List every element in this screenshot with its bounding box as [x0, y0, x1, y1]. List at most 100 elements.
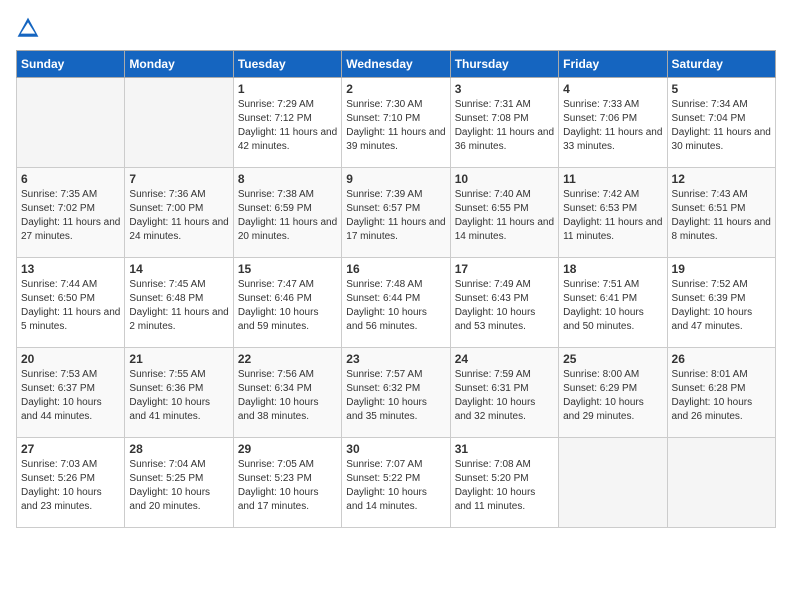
day-info: Sunrise: 7:08 AM Sunset: 5:20 PM Dayligh…	[455, 458, 554, 514]
day-number: 26	[672, 352, 771, 366]
calendar-cell: 22 Sunrise: 7:56 AM Sunset: 6:34 PM Dayli…	[233, 348, 341, 438]
calendar-cell: 17 Sunrise: 7:49 AM Sunset: 6:43 PM Dayli…	[450, 258, 558, 348]
day-info: Sunrise: 8:01 AM Sunset: 6:28 PM Dayligh…	[672, 368, 771, 424]
day-info: Sunrise: 7:03 AM Sunset: 5:26 PM Dayligh…	[21, 458, 120, 514]
calendar-week-1: 1 Sunrise: 7:29 AM Sunset: 7:12 PM Daylig…	[17, 78, 776, 168]
calendar-cell: 1 Sunrise: 7:29 AM Sunset: 7:12 PM Daylig…	[233, 78, 341, 168]
day-info: Sunrise: 7:38 AM Sunset: 6:59 PM Dayligh…	[238, 188, 337, 244]
day-info: Sunrise: 7:56 AM Sunset: 6:34 PM Dayligh…	[238, 368, 337, 424]
day-number: 10	[455, 172, 554, 186]
calendar-cell: 5 Sunrise: 7:34 AM Sunset: 7:04 PM Daylig…	[667, 78, 775, 168]
day-number: 22	[238, 352, 337, 366]
day-number: 31	[455, 442, 554, 456]
day-info: Sunrise: 7:49 AM Sunset: 6:43 PM Dayligh…	[455, 278, 554, 334]
day-number: 16	[346, 262, 445, 276]
calendar-cell: 27 Sunrise: 7:03 AM Sunset: 5:26 PM Dayli…	[17, 438, 125, 528]
day-info: Sunrise: 7:36 AM Sunset: 7:00 PM Dayligh…	[129, 188, 228, 244]
day-number: 28	[129, 442, 228, 456]
day-number: 7	[129, 172, 228, 186]
calendar-cell: 24Sunrise: 7:59 AM Sunset: 6:31 PM Dayli…	[450, 348, 558, 438]
day-number: 3	[455, 82, 554, 96]
calendar-week-4: 20Sunrise: 7:53 AM Sunset: 6:37 PM Dayli…	[17, 348, 776, 438]
day-info: Sunrise: 7:44 AM Sunset: 6:50 PM Dayligh…	[21, 278, 120, 334]
day-info: Sunrise: 7:45 AM Sunset: 6:48 PM Dayligh…	[129, 278, 228, 334]
calendar-cell: 9 Sunrise: 7:39 AM Sunset: 6:57 PM Daylig…	[342, 168, 450, 258]
calendar-cell	[559, 438, 667, 528]
day-info: Sunrise: 7:34 AM Sunset: 7:04 PM Dayligh…	[672, 98, 771, 154]
logo-icon	[16, 16, 40, 40]
calendar-cell	[667, 438, 775, 528]
day-info: Sunrise: 7:05 AM Sunset: 5:23 PM Dayligh…	[238, 458, 337, 514]
calendar-cell	[17, 78, 125, 168]
day-number: 14	[129, 262, 228, 276]
day-number: 24	[455, 352, 554, 366]
weekday-header-friday: Friday	[559, 51, 667, 78]
day-number: 23	[346, 352, 445, 366]
day-info: Sunrise: 7:29 AM Sunset: 7:12 PM Dayligh…	[238, 98, 337, 154]
day-info: Sunrise: 7:30 AM Sunset: 7:10 PM Dayligh…	[346, 98, 445, 154]
calendar-cell: 15 Sunrise: 7:47 AM Sunset: 6:46 PM Dayli…	[233, 258, 341, 348]
calendar-week-2: 6 Sunrise: 7:35 AM Sunset: 7:02 PM Daylig…	[17, 168, 776, 258]
day-number: 5	[672, 82, 771, 96]
weekday-header-monday: Monday	[125, 51, 233, 78]
calendar-cell: 31 Sunrise: 7:08 AM Sunset: 5:20 PM Dayli…	[450, 438, 558, 528]
day-number: 9	[346, 172, 445, 186]
day-info: Sunrise: 7:04 AM Sunset: 5:25 PM Dayligh…	[129, 458, 228, 514]
day-number: 27	[21, 442, 120, 456]
calendar-cell: 12 Sunrise: 7:43 AM Sunset: 6:51 PM Dayli…	[667, 168, 775, 258]
day-info: Sunrise: 7:35 AM Sunset: 7:02 PM Dayligh…	[21, 188, 120, 244]
day-info: Sunrise: 7:39 AM Sunset: 6:57 PM Dayligh…	[346, 188, 445, 244]
day-info: Sunrise: 7:43 AM Sunset: 6:51 PM Dayligh…	[672, 188, 771, 244]
day-number: 1	[238, 82, 337, 96]
calendar-cell: 29 Sunrise: 7:05 AM Sunset: 5:23 PM Dayli…	[233, 438, 341, 528]
day-info: Sunrise: 7:33 AM Sunset: 7:06 PM Dayligh…	[563, 98, 662, 154]
day-info: Sunrise: 7:57 AM Sunset: 6:32 PM Dayligh…	[346, 368, 445, 424]
day-number: 18	[563, 262, 662, 276]
day-number: 20	[21, 352, 120, 366]
weekday-header-thursday: Thursday	[450, 51, 558, 78]
calendar-cell: 21Sunrise: 7:55 AM Sunset: 6:36 PM Dayli…	[125, 348, 233, 438]
calendar-cell: 19 Sunrise: 7:52 AM Sunset: 6:39 PM Dayli…	[667, 258, 775, 348]
day-number: 11	[563, 172, 662, 186]
day-number: 19	[672, 262, 771, 276]
day-info: Sunrise: 7:31 AM Sunset: 7:08 PM Dayligh…	[455, 98, 554, 154]
day-number: 13	[21, 262, 120, 276]
day-info: Sunrise: 7:47 AM Sunset: 6:46 PM Dayligh…	[238, 278, 337, 334]
day-info: Sunrise: 7:52 AM Sunset: 6:39 PM Dayligh…	[672, 278, 771, 334]
calendar-table: SundayMondayTuesdayWednesdayThursdayFrid…	[16, 50, 776, 528]
calendar-cell: 6 Sunrise: 7:35 AM Sunset: 7:02 PM Daylig…	[17, 168, 125, 258]
calendar-cell: 25 Sunrise: 8:00 AM Sunset: 6:29 PM Dayli…	[559, 348, 667, 438]
day-number: 6	[21, 172, 120, 186]
calendar-cell: 30 Sunrise: 7:07 AM Sunset: 5:22 PM Dayli…	[342, 438, 450, 528]
calendar-cell: 3 Sunrise: 7:31 AM Sunset: 7:08 PM Daylig…	[450, 78, 558, 168]
calendar-cell: 18 Sunrise: 7:51 AM Sunset: 6:41 PM Dayli…	[559, 258, 667, 348]
calendar-cell: 28 Sunrise: 7:04 AM Sunset: 5:25 PM Dayli…	[125, 438, 233, 528]
day-info: Sunrise: 7:51 AM Sunset: 6:41 PM Dayligh…	[563, 278, 662, 334]
weekday-header-saturday: Saturday	[667, 51, 775, 78]
calendar-cell: 8Sunrise: 7:38 AM Sunset: 6:59 PM Daylig…	[233, 168, 341, 258]
day-number: 17	[455, 262, 554, 276]
calendar-week-3: 13 Sunrise: 7:44 AM Sunset: 6:50 PM Dayli…	[17, 258, 776, 348]
day-number: 12	[672, 172, 771, 186]
calendar-cell: 13 Sunrise: 7:44 AM Sunset: 6:50 PM Dayli…	[17, 258, 125, 348]
day-number: 25	[563, 352, 662, 366]
day-number: 29	[238, 442, 337, 456]
page-header	[16, 16, 776, 40]
calendar-cell	[125, 78, 233, 168]
day-info: Sunrise: 7:40 AM Sunset: 6:55 PM Dayligh…	[455, 188, 554, 244]
calendar-cell: 14 Sunrise: 7:45 AM Sunset: 6:48 PM Dayli…	[125, 258, 233, 348]
weekday-header-sunday: Sunday	[17, 51, 125, 78]
calendar-cell: 4Sunrise: 7:33 AM Sunset: 7:06 PM Daylig…	[559, 78, 667, 168]
day-info: Sunrise: 7:42 AM Sunset: 6:53 PM Dayligh…	[563, 188, 662, 244]
day-number: 15	[238, 262, 337, 276]
calendar-week-5: 27 Sunrise: 7:03 AM Sunset: 5:26 PM Dayli…	[17, 438, 776, 528]
day-info: Sunrise: 8:00 AM Sunset: 6:29 PM Dayligh…	[563, 368, 662, 424]
weekday-header-row: SundayMondayTuesdayWednesdayThursdayFrid…	[17, 51, 776, 78]
day-number: 21	[129, 352, 228, 366]
calendar-cell: 26 Sunrise: 8:01 AM Sunset: 6:28 PM Dayli…	[667, 348, 775, 438]
day-info: Sunrise: 7:48 AM Sunset: 6:44 PM Dayligh…	[346, 278, 445, 334]
calendar-cell: 11 Sunrise: 7:42 AM Sunset: 6:53 PM Dayli…	[559, 168, 667, 258]
day-number: 30	[346, 442, 445, 456]
day-info: Sunrise: 7:07 AM Sunset: 5:22 PM Dayligh…	[346, 458, 445, 514]
calendar-cell: 20Sunrise: 7:53 AM Sunset: 6:37 PM Dayli…	[17, 348, 125, 438]
